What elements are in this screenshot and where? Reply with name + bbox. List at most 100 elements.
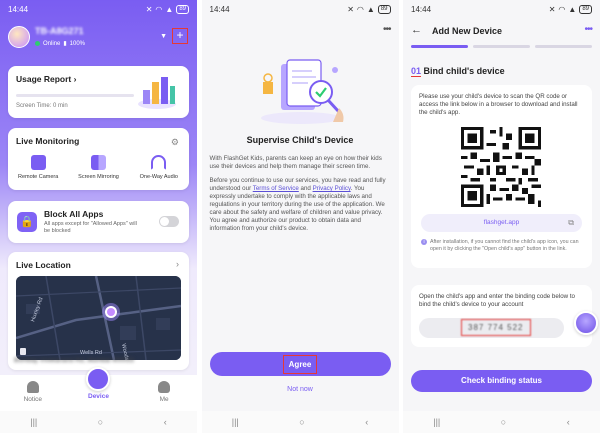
wifi-icon: ◠ — [558, 4, 566, 14]
mirror-icon — [90, 155, 106, 170]
remote-camera-button[interactable]: Remote Camera — [8, 155, 68, 180]
battery-indicator: 89 — [377, 4, 391, 14]
add-device-screen: 14:44 ✕ ◠ ▲ 89 ← Add New Device ••• 01 B… — [403, 0, 600, 433]
bell-icon — [26, 381, 39, 393]
consent-body: With FlashGet Kids, parents can keep an … — [210, 155, 391, 239]
online-dot-icon — [35, 41, 40, 46]
tab-device[interactable]: Device — [73, 367, 123, 400]
status-time: 14:44 — [8, 4, 29, 14]
binding-code-field[interactable]: 387 774 522 — [419, 318, 564, 338]
system-nav-bar: ||| ○ ‹ — [0, 411, 197, 433]
mute-icon: ✕ — [145, 4, 153, 14]
recents-button[interactable]: ||| — [232, 417, 239, 427]
home-button[interactable]: ○ — [501, 417, 506, 427]
wifi-icon: ◠ — [155, 4, 163, 14]
block-all-apps-desc: All apps except for "Allowed Apps" will … — [44, 221, 137, 234]
home-button[interactable]: ○ — [299, 417, 304, 427]
monitoring-features: Remote Camera Screen Mirroring One-Way A… — [8, 155, 189, 180]
device-status: Online ▮ 100% — [35, 40, 85, 47]
screen-time-label: Screen Time: 0 min — [16, 103, 68, 109]
status-bar: 14:44 ✕ ◠ ▲ 89 — [0, 0, 197, 18]
person-icon — [158, 381, 171, 393]
chevron-right-icon: › — [73, 74, 77, 84]
back-button[interactable]: ‹ — [365, 417, 368, 427]
step-indicator-2 — [473, 45, 530, 48]
chevron-right-icon[interactable]: › — [176, 259, 179, 269]
add-device-button[interactable]: + — [172, 28, 188, 44]
signal-icon: ▲ — [165, 4, 174, 14]
device-name[interactable]: TB-A8G271 — [35, 26, 84, 36]
live-location-title: Live Location — [16, 260, 71, 270]
tab-me[interactable]: Me — [139, 379, 189, 403]
status-icons: ✕ ◠ ▲ 89 — [145, 4, 189, 14]
gear-icon[interactable]: ⚙ — [171, 137, 179, 148]
status-time: 14:44 — [209, 4, 230, 14]
back-button[interactable]: ‹ — [567, 417, 570, 427]
assistant-bot-icon[interactable] — [574, 311, 598, 335]
online-label: Online — [43, 40, 61, 47]
street-label-3: Wells Rd — [80, 350, 102, 356]
screen-mirroring-button[interactable]: Screen Mirroring — [68, 155, 128, 180]
wifi-icon: ◠ — [356, 4, 364, 14]
mute-icon: ✕ — [347, 4, 354, 14]
camera-icon — [30, 155, 46, 170]
usage-progress-bar — [16, 94, 134, 97]
qr-card: Please use your child's device to scan t… — [411, 85, 592, 268]
qr-instructions: Please use your child's device to scan t… — [419, 93, 578, 116]
step-label: Bind child's device — [421, 66, 505, 76]
mute-icon: ✕ — [548, 4, 556, 14]
status-icons: ✕ ◠ ▲ 89 — [347, 4, 391, 14]
download-link[interactable]: flashget.app ⧉ — [421, 214, 582, 232]
block-all-apps-toggle[interactable] — [159, 216, 179, 227]
block-all-apps-card: 🔒 Block All Apps All apps except for "Al… — [8, 201, 189, 243]
chevron-down-icon[interactable]: ▼ — [160, 33, 167, 40]
one-way-audio-button[interactable]: One-Way Audio — [129, 155, 189, 180]
battery-indicator: 89 — [579, 4, 592, 14]
system-nav-bar: ||| ○ ‹ — [201, 411, 399, 433]
location-address: Bombay Vivekanand Rd, Mumbai 400053 — [14, 357, 134, 364]
avatar[interactable] — [8, 26, 30, 48]
signal-icon: ▲ — [568, 4, 577, 14]
intro-text: With FlashGet Kids, parents can keep an … — [209, 155, 382, 170]
open-link-icon[interactable]: ⧉ — [568, 214, 574, 232]
status-time: 14:44 — [411, 4, 432, 14]
check-binding-status-button[interactable]: Check binding status — [411, 370, 592, 392]
device-battery: 100% — [69, 40, 86, 47]
tab-notice[interactable]: Notice — [8, 379, 58, 403]
agree-button[interactable]: Agree — [209, 352, 391, 376]
binding-instructions: Open the child's app and enter the bindi… — [419, 293, 575, 308]
back-arrow-icon[interactable]: ← — [411, 24, 422, 36]
system-nav-bar: ||| ○ ‹ — [403, 411, 600, 433]
page-title: Add New Device — [432, 26, 503, 36]
home-button[interactable]: ○ — [98, 417, 103, 427]
back-button[interactable]: ‹ — [164, 417, 167, 427]
terms-of-service-link[interactable]: Terms of Service — [253, 185, 299, 192]
download-url: flashget.app — [483, 219, 520, 226]
install-hint: i After installation, if you cannot find… — [421, 239, 582, 253]
location-map[interactable]: Huxley Rd Woodson N Rd Wells Rd — [16, 276, 181, 360]
privacy-policy-link[interactable]: Privacy Policy — [313, 185, 351, 192]
battery-icon: ▮ — [63, 41, 67, 47]
binding-code: 387 774 522 — [461, 319, 531, 336]
step-number: 01 — [411, 66, 422, 77]
live-location-card[interactable]: Live Location › Huxley Rd Woodson N Rd — [8, 252, 189, 370]
step-progress — [411, 45, 592, 48]
recents-button[interactable]: ||| — [433, 417, 440, 427]
step-title: 01 Bind child's device — [411, 66, 505, 77]
info-icon: i — [421, 239, 427, 245]
qr-code — [461, 127, 541, 207]
status-bar: 14:44 ✕ ◠ ▲ 89 — [202, 0, 399, 18]
more-options-icon[interactable]: ••• — [383, 24, 391, 35]
recents-button[interactable]: ||| — [30, 417, 37, 427]
headphones-icon — [151, 155, 167, 170]
app-header: ← Add New Device ••• — [403, 22, 600, 40]
agree-label: Agree — [282, 354, 318, 374]
usage-report-card[interactable]: Usage Report › Screen Time: 0 min — [8, 66, 189, 118]
step-indicator-3 — [535, 45, 592, 48]
live-monitoring-title: Live Monitoring — [16, 136, 80, 146]
lock-icon: 🔒 — [17, 212, 37, 232]
more-options-icon[interactable]: ••• — [584, 24, 592, 35]
status-icons: ✕ ◠ ▲ 89 — [548, 4, 592, 14]
binding-code-card: Open the child's app and enter the bindi… — [411, 285, 592, 347]
not-now-button[interactable]: Not now — [202, 386, 399, 393]
